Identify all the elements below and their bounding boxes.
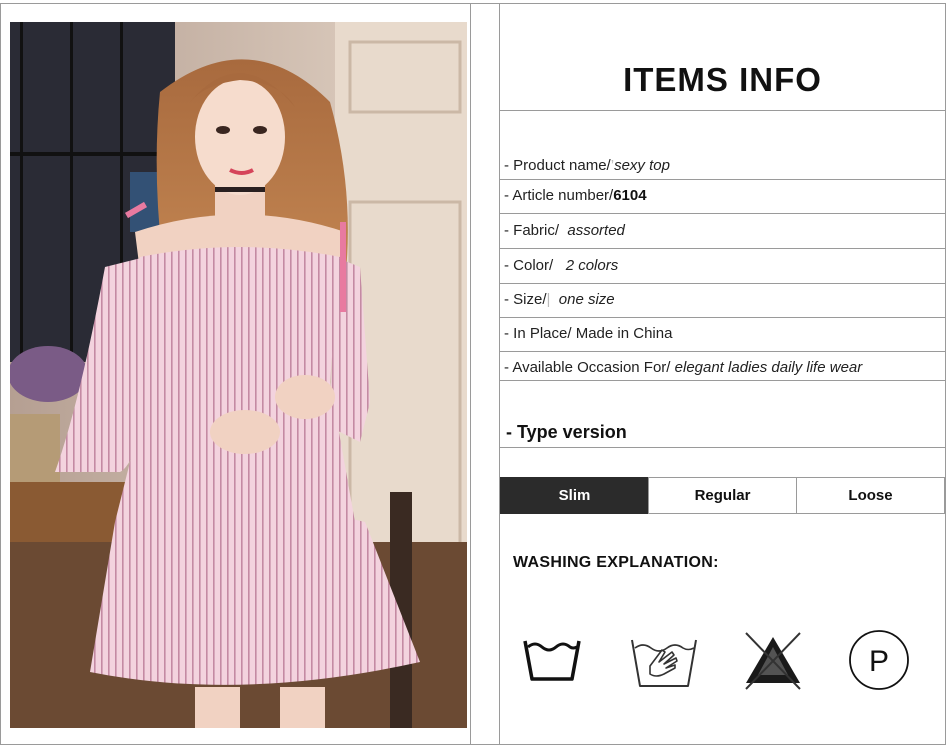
dry-clean-p-icon: P: [849, 630, 909, 690]
do-not-bleach-icon: [745, 632, 801, 690]
occasion-row: - Available Occasion For/ elegant ladies…: [504, 358, 862, 378]
version-loose[interactable]: Loose: [796, 477, 945, 514]
product-name-label: - Product name/: [504, 157, 611, 174]
items-info-panel: ITEMS INFO - Product name/’sexy top - Ar…: [500, 3, 945, 745]
items-info-title: ITEMS INFO: [623, 61, 822, 98]
origin-row: - In Place/ Made in China: [504, 324, 672, 344]
origin-value: Made in China: [575, 325, 673, 342]
version-regular[interactable]: Regular: [648, 477, 796, 514]
size-label: - Size/: [504, 291, 547, 308]
type-version-selector: Slim Regular Loose: [500, 477, 945, 514]
article-number-label: - Article number/: [504, 187, 614, 204]
occasion-value: elegant ladies daily life wear: [674, 359, 863, 376]
washing-explanation-heading: WASHING EXPLANATION:: [513, 554, 719, 571]
origin-label: - In Place/: [504, 325, 572, 342]
size-value: one size: [558, 291, 615, 308]
fabric-row: - Fabric/ assorted: [504, 221, 625, 241]
color-label: - Color/: [504, 257, 554, 274]
product-name-value: sexy top: [614, 157, 670, 174]
size-row: - Size/| one size: [504, 290, 615, 310]
color-row: - Color/ 2 colors: [504, 256, 618, 276]
fabric-label: - Fabric/: [504, 222, 560, 239]
product-photo: [10, 22, 467, 728]
machine-wash-icon: [523, 640, 581, 681]
article-number-row: - Article number/6104: [504, 186, 647, 206]
divider-left: [470, 3, 471, 745]
size-separator: |: [546, 291, 551, 308]
dry-clean-letter: P: [869, 645, 889, 678]
article-number-value: 6104: [613, 187, 647, 204]
type-version-heading: - Type version: [506, 422, 627, 442]
product-name-row: - Product name/’sexy top: [504, 156, 670, 176]
fabric-value: assorted: [567, 222, 625, 239]
color-value: 2 colors: [565, 257, 619, 274]
version-slim[interactable]: Slim: [500, 477, 648, 514]
hand-wash-icon: [631, 639, 697, 687]
occasion-label: - Available Occasion For/: [504, 359, 671, 376]
